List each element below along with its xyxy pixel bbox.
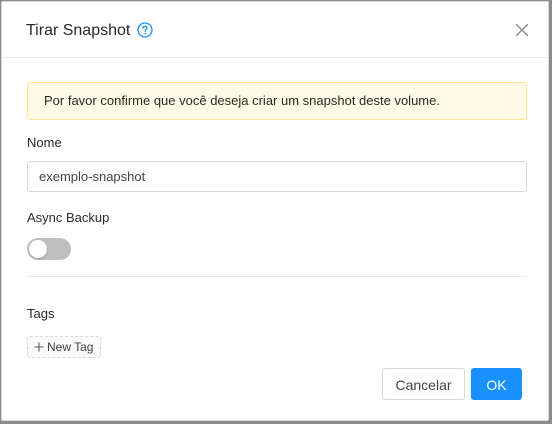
question-circle-icon[interactable] (137, 22, 153, 38)
cancel-button[interactable]: Cancelar (382, 368, 465, 400)
async-backup-label: Async Backup (27, 210, 110, 225)
new-tag-button[interactable]: New Tag (27, 336, 102, 358)
async-backup-toggle[interactable] (27, 238, 71, 260)
toggle-knob (29, 240, 47, 258)
alert-message: Por favor confirme que você deseja criar… (44, 93, 440, 108)
ok-button[interactable]: OK (471, 368, 522, 400)
snapshot-dialog: Tirar Snapshot Por favor confirme que vo… (1, 1, 549, 421)
dialog-title: Tirar Snapshot (26, 22, 131, 39)
name-label: Nome (27, 135, 62, 150)
divider (27, 276, 527, 277)
close-icon[interactable] (514, 22, 530, 38)
dialog-header: Tirar Snapshot (2, 2, 548, 58)
new-tag-label: New Tag (47, 340, 94, 354)
confirm-alert: Por favor confirme que você deseja criar… (27, 82, 527, 120)
tags-label: Tags (27, 306, 55, 321)
snapshot-name-input[interactable] (27, 161, 527, 192)
plus-icon (34, 342, 44, 352)
